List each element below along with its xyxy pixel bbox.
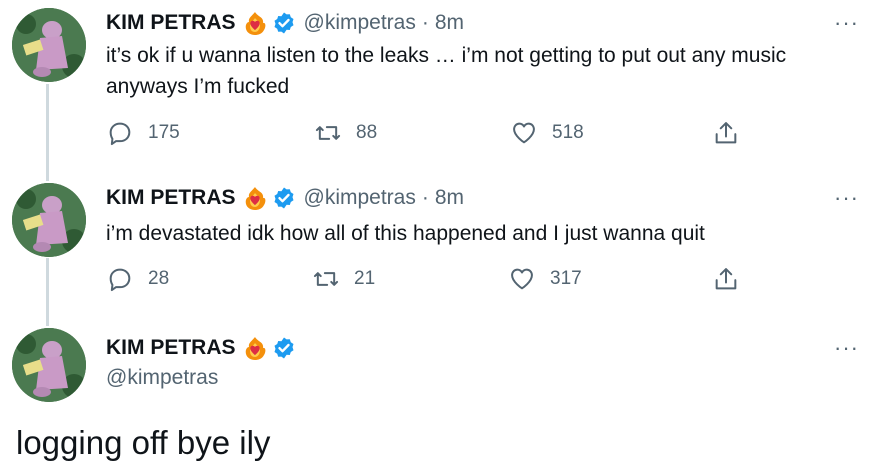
more-icon[interactable]: ··· <box>834 12 859 34</box>
tweet-header: KIM PETRAS @kimpetras · 8m <box>106 185 464 211</box>
tweet-text: it’s ok if u wanna listen to the leaks …… <box>106 44 787 98</box>
avatar-image <box>12 183 86 257</box>
display-name[interactable]: KIM PETRAS <box>106 186 236 210</box>
avatar[interactable] <box>12 183 86 257</box>
handle[interactable]: @kimpetras <box>304 186 416 210</box>
retweet-button[interactable]: 88 <box>314 119 377 147</box>
share-icon <box>715 268 737 290</box>
reply-button[interactable]: 28 <box>106 265 169 293</box>
separator-dot: · <box>421 186 429 209</box>
heart-on-fire-emoji-icon <box>242 10 268 36</box>
like-count: 518 <box>552 122 584 143</box>
tweet-header: KIM PETRAS <box>106 335 296 361</box>
retweet-count: 88 <box>356 122 378 143</box>
verified-badge-icon <box>272 11 296 35</box>
like-button[interactable]: 317 <box>508 265 582 293</box>
reply-button[interactable]: 175 <box>106 119 180 147</box>
avatar[interactable] <box>12 8 86 82</box>
more-icon[interactable]: ··· <box>834 337 859 359</box>
retweet-count: 21 <box>354 268 376 289</box>
thread-connector <box>46 84 49 181</box>
handle[interactable]: @kimpetras <box>106 366 218 390</box>
more-icon[interactable]: ··· <box>834 187 859 209</box>
timestamp[interactable]: 8m <box>435 11 464 35</box>
handle[interactable]: @kimpetras <box>304 11 416 35</box>
verified-badge-icon <box>272 336 296 360</box>
retweet-icon <box>315 126 341 140</box>
reply-count: 28 <box>148 268 170 289</box>
tweet-actions: 28 21 317 <box>106 265 746 295</box>
avatar[interactable] <box>12 328 86 402</box>
retweet-icon <box>313 272 339 286</box>
tweet-actions: 175 88 518 <box>106 119 746 149</box>
timestamp[interactable]: 8m <box>435 186 464 210</box>
display-name[interactable]: KIM PETRAS <box>106 11 236 35</box>
tweet-header: KIM PETRAS @kimpetras · 8m <box>106 10 464 36</box>
reply-count: 175 <box>148 122 180 143</box>
tweet-text: i’m devastated idk how all of this happe… <box>106 222 705 245</box>
thread-connector <box>46 258 49 326</box>
like-icon <box>511 268 533 290</box>
like-count: 317 <box>550 268 582 289</box>
share-icon <box>715 122 737 144</box>
reply-icon <box>109 268 131 292</box>
reply-icon <box>109 122 131 146</box>
avatar-image <box>12 8 86 82</box>
heart-on-fire-emoji-icon <box>242 185 268 211</box>
like-button[interactable]: 518 <box>510 119 584 147</box>
share-button[interactable] <box>712 119 754 147</box>
share-button[interactable] <box>712 265 754 293</box>
avatar-image <box>12 328 86 402</box>
retweet-button[interactable]: 21 <box>312 265 375 293</box>
verified-badge-icon <box>272 186 296 210</box>
like-icon <box>513 122 535 144</box>
display-name[interactable]: KIM PETRAS <box>106 336 236 360</box>
main-tweet-text: logging off bye ily <box>16 424 271 461</box>
separator-dot: · <box>421 11 429 34</box>
heart-on-fire-emoji-icon <box>242 335 268 361</box>
